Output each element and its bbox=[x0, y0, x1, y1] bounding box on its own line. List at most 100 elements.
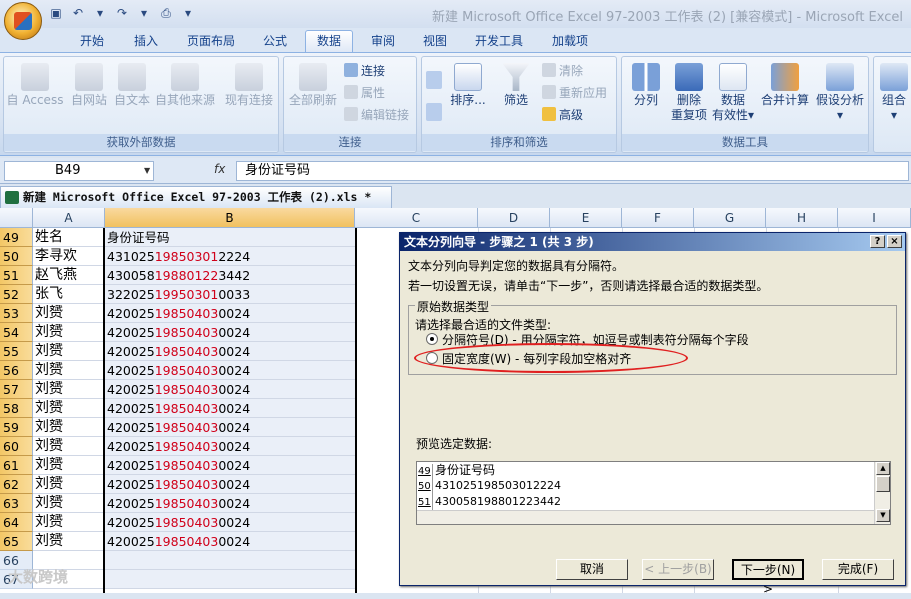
name-box[interactable]: B49 bbox=[4, 161, 154, 181]
cell-name[interactable]: 刘赟 bbox=[33, 323, 105, 342]
row-header[interactable]: 53 bbox=[0, 304, 33, 323]
reapply-button[interactable]: 重新应用 bbox=[542, 85, 607, 101]
text-to-columns-button[interactable]: 分列 bbox=[624, 63, 668, 108]
edit-links-button[interactable]: 编辑链接 bbox=[344, 107, 409, 123]
cell-name[interactable]: 姓名 bbox=[33, 228, 105, 247]
from-text-button[interactable]: 自文本 bbox=[112, 63, 152, 108]
cell-name[interactable]: 刘赟 bbox=[33, 532, 105, 551]
connections-button[interactable]: 连接 bbox=[344, 63, 385, 79]
cell-name[interactable]: 刘赟 bbox=[33, 399, 105, 418]
redo-dropdown-icon[interactable]: ▾ bbox=[136, 5, 152, 21]
row-header[interactable]: 51 bbox=[0, 266, 33, 285]
row-header[interactable]: 59 bbox=[0, 418, 33, 437]
office-button[interactable] bbox=[4, 2, 42, 40]
workbook-window-tab[interactable]: 新建 Microsoft Office Excel 97-2003 工作表 (2… bbox=[0, 186, 392, 208]
tab-home[interactable]: 开始 bbox=[68, 30, 116, 52]
tab-page-layout[interactable]: 页面布局 bbox=[176, 30, 246, 52]
refresh-all-button[interactable]: 全部刷新 bbox=[286, 63, 340, 108]
cell-name[interactable]: 刘赟 bbox=[33, 494, 105, 513]
tab-data[interactable]: 数据 bbox=[305, 30, 353, 52]
tab-insert[interactable]: 插入 bbox=[122, 30, 170, 52]
row-header[interactable]: 55 bbox=[0, 342, 33, 361]
tab-formulas[interactable]: 公式 bbox=[252, 30, 298, 52]
row-header[interactable]: 56 bbox=[0, 361, 33, 380]
row-header[interactable]: 58 bbox=[0, 399, 33, 418]
properties-button[interactable]: 属性 bbox=[344, 85, 385, 101]
tab-review[interactable]: 审阅 bbox=[360, 30, 406, 52]
data-preview[interactable]: 49 身份证号码 50 431025198503012224 51 430058198… bbox=[416, 461, 891, 525]
help-button[interactable]: ? bbox=[870, 235, 885, 248]
what-if-analysis-button[interactable]: 假设分析 ▾ bbox=[812, 63, 868, 123]
column-header-f[interactable]: F bbox=[622, 208, 694, 228]
existing-connections-button[interactable]: 现有连接 bbox=[222, 63, 276, 108]
column-header-i[interactable]: I bbox=[838, 208, 911, 228]
row-header[interactable]: 49 bbox=[0, 228, 33, 247]
row-header[interactable]: 52 bbox=[0, 285, 33, 304]
sort-button[interactable]: 排序... bbox=[448, 63, 488, 108]
row-header[interactable]: 50 bbox=[0, 247, 33, 266]
scroll-thumb[interactable] bbox=[876, 476, 890, 492]
sort-za-button[interactable] bbox=[426, 103, 445, 124]
close-button[interactable]: × bbox=[887, 235, 902, 248]
sort-az-button[interactable] bbox=[426, 71, 445, 92]
row-header[interactable]: 62 bbox=[0, 475, 33, 494]
cell-name[interactable]: 刘赟 bbox=[33, 342, 105, 361]
remove-duplicates-button[interactable]: 删除 重复项 bbox=[668, 63, 710, 123]
cell-name[interactable]: 刘赟 bbox=[33, 513, 105, 532]
preview-vertical-scrollbar[interactable]: ▲ ▼ bbox=[874, 462, 890, 524]
name-box-dropdown-icon[interactable]: ▼ bbox=[144, 166, 150, 175]
row-header[interactable]: 64 bbox=[0, 513, 33, 532]
formula-input[interactable]: 身份证号码 bbox=[236, 161, 909, 181]
select-all-corner[interactable] bbox=[0, 208, 33, 228]
group-button[interactable]: 组合 ▾ bbox=[876, 63, 911, 123]
row-header[interactable]: 63 bbox=[0, 494, 33, 513]
undo-dropdown-icon[interactable]: ▾ bbox=[92, 5, 108, 21]
insert-function-icon[interactable]: fx bbox=[214, 162, 225, 176]
redo-icon[interactable]: ↷ bbox=[114, 5, 130, 21]
row-header[interactable]: 61 bbox=[0, 456, 33, 475]
cell-name[interactable]: 刘赟 bbox=[33, 304, 105, 323]
tab-addins[interactable]: 加载项 bbox=[540, 30, 600, 52]
from-other-sources-button[interactable]: 自其他来源 bbox=[154, 63, 216, 108]
row-header[interactable]: 65 bbox=[0, 532, 33, 551]
consolidate-button[interactable]: 合并计算 bbox=[758, 63, 812, 108]
back-button[interactable]: < 上一步(B) bbox=[642, 559, 714, 580]
row-header[interactable]: 54 bbox=[0, 323, 33, 342]
column-header-e[interactable]: E bbox=[550, 208, 622, 228]
scroll-down-icon[interactable]: ▼ bbox=[876, 509, 890, 522]
cell-name[interactable]: 张飞 bbox=[33, 285, 105, 304]
finish-button[interactable]: 完成(F) bbox=[822, 559, 894, 580]
from-access-button[interactable]: 自 Access bbox=[6, 63, 64, 108]
column-header-h[interactable]: H bbox=[766, 208, 838, 228]
tab-view[interactable]: 视图 bbox=[412, 30, 458, 52]
row-header[interactable]: 60 bbox=[0, 437, 33, 456]
cell-name[interactable]: 刘赟 bbox=[33, 418, 105, 437]
next-button[interactable]: 下一步(N) > bbox=[732, 559, 804, 596]
column-header-a[interactable]: A bbox=[33, 208, 105, 228]
cell-name[interactable]: 刘赟 bbox=[33, 475, 105, 494]
cell-name[interactable]: 李寻欢 bbox=[33, 247, 105, 266]
filter-button[interactable]: 筛选 bbox=[498, 63, 534, 108]
clear-button[interactable]: 清除 bbox=[542, 63, 583, 79]
column-header-c[interactable]: C bbox=[355, 208, 478, 228]
customize-qat-icon[interactable]: ▾ bbox=[180, 5, 196, 21]
row-header[interactable]: 57 bbox=[0, 380, 33, 399]
advanced-filter-button[interactable]: 高级 bbox=[542, 107, 583, 123]
column-header-d[interactable]: D bbox=[478, 208, 550, 228]
data-validation-button[interactable]: 数据 有效性▾ bbox=[710, 63, 756, 123]
cell-name[interactable]: 刘赟 bbox=[33, 437, 105, 456]
cancel-button[interactable]: 取消 bbox=[556, 559, 628, 580]
from-web-button[interactable]: 自网站 bbox=[66, 63, 112, 108]
preview-horizontal-scrollbar[interactable] bbox=[417, 510, 874, 524]
undo-icon[interactable]: ↶ bbox=[70, 5, 86, 21]
column-header-g[interactable]: G bbox=[694, 208, 766, 228]
print-preview-icon[interactable]: ⎙ bbox=[158, 5, 174, 21]
cell-name[interactable]: 刘赟 bbox=[33, 361, 105, 380]
tab-developer[interactable]: 开发工具 bbox=[466, 30, 532, 52]
scroll-up-icon[interactable]: ▲ bbox=[876, 462, 890, 475]
cell-name[interactable]: 刘赟 bbox=[33, 456, 105, 475]
cell-name[interactable]: 刘赟 bbox=[33, 380, 105, 399]
column-header-b[interactable]: B bbox=[105, 208, 355, 228]
save-icon[interactable]: ▣ bbox=[48, 5, 64, 21]
cell-name[interactable]: 赵飞燕 bbox=[33, 266, 105, 285]
